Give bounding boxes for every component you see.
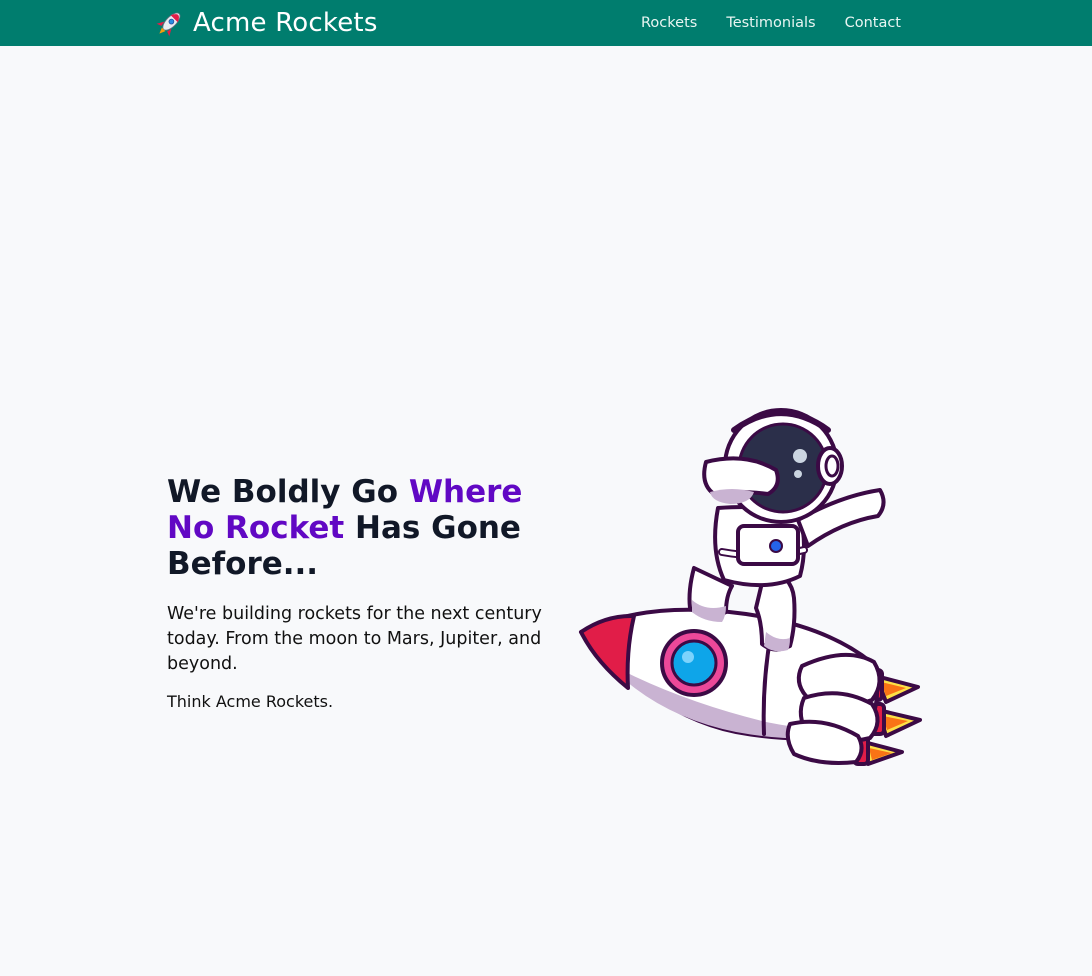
hero-section: We Boldly Go Where No Rocket Has Gone Be… (167, 474, 547, 713)
nav-link-rockets[interactable]: Rockets (641, 15, 697, 31)
nav-link-testimonials[interactable]: Testimonials (726, 15, 815, 31)
hero-heading: We Boldly Go Where No Rocket Has Gone Be… (167, 474, 547, 582)
main-nav: Rockets Testimonials Contact (641, 0, 901, 46)
site-header: Acme Rockets Rockets Testimonials Contac… (0, 0, 1092, 46)
brand-title: Acme Rockets (193, 8, 378, 38)
hero-lead-text: We're building rockets for the next cent… (167, 604, 542, 674)
hero-tagline: Think Acme Rockets. (167, 692, 334, 711)
hero-heading-part1: We Boldly Go (167, 474, 409, 510)
rocket-emoji-icon (156, 12, 181, 37)
brand-link[interactable]: Acme Rockets (155, 6, 378, 40)
nav-link-contact[interactable]: Contact (845, 15, 901, 31)
astronaut-rocket-illustration (579, 408, 922, 766)
